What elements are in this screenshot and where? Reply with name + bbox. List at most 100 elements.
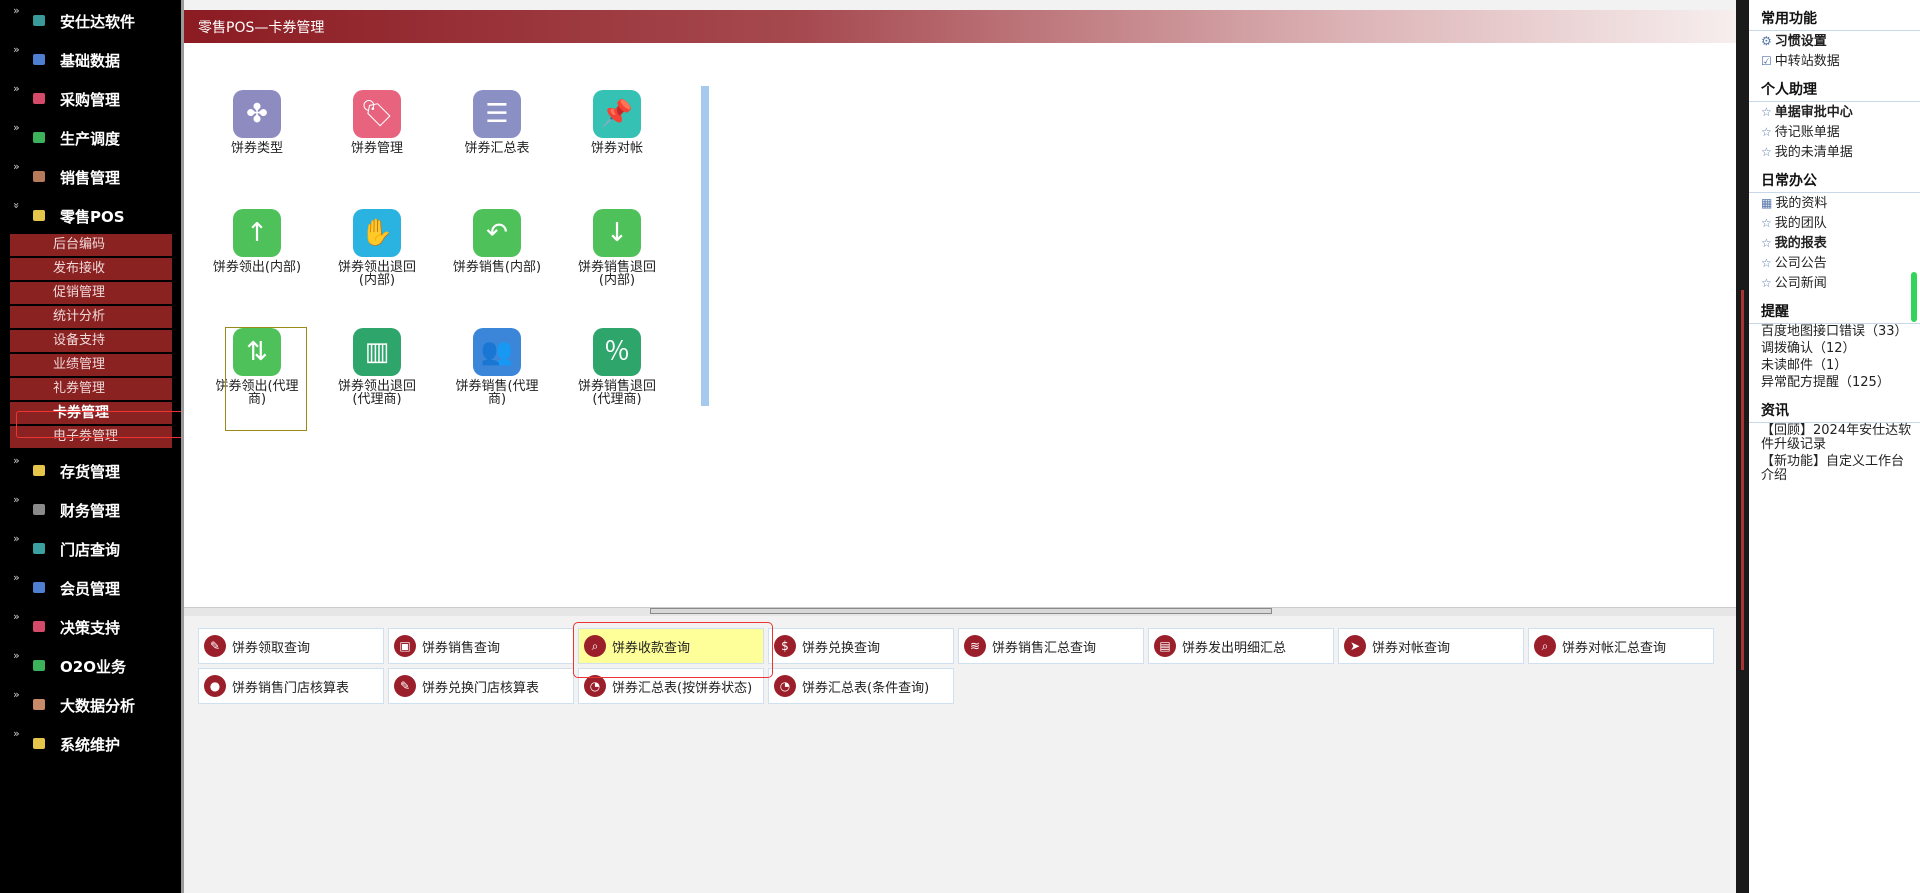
tile-icon: ％	[593, 328, 641, 376]
tile-label: 饼券销售(代理商)	[455, 379, 539, 407]
news-item[interactable]: 【新功能】自定义工作台介绍	[1749, 454, 1920, 485]
sidebar-group[interactable]: » 财务管理	[0, 489, 181, 528]
chevron-right-icon: »	[13, 4, 20, 17]
sidebar-group[interactable]: » 基础数据	[0, 39, 181, 78]
shortcut-label: 习惯设置	[1774, 34, 1827, 49]
function-tile[interactable]: ▥ 饼券领出退回(代理商)	[332, 328, 422, 406]
tile-icon: 🏷	[353, 90, 401, 138]
tile-icon: 👥	[473, 328, 521, 376]
sidebar-sub-item[interactable]: 电子劵管理	[10, 426, 172, 448]
sidebar-group-label: 存货管理	[60, 463, 121, 481]
sidebar-group[interactable]: » 采购管理	[0, 78, 181, 117]
right-panel-scrollbar[interactable]	[1911, 272, 1917, 322]
sidebar-group[interactable]: » 存货管理	[0, 450, 181, 489]
shortcut-link[interactable]: ☆ 我的团队	[1749, 213, 1920, 233]
sidebar-sub-item[interactable]: 促销管理	[10, 282, 172, 304]
report-link-label: 饼券销售门店核算表	[232, 680, 350, 696]
sidebar-group[interactable]: » 生产调度	[0, 117, 181, 156]
sidebar-group[interactable]: » 零售POS	[0, 195, 181, 234]
sidebar-group[interactable]: » 决策支持	[0, 606, 181, 645]
function-tile[interactable]: ↑ 饼券领出(内部)	[212, 209, 302, 274]
function-tile[interactable]: ☰ 饼券汇总表	[452, 90, 542, 155]
chevron-right-icon: »	[13, 610, 20, 623]
report-link[interactable]: ◔ 饼券汇总表(条件查询)	[768, 668, 954, 704]
daily-office-section: 日常办公 ▦ 我的资料 ☆ 我的团队 ☆ 我的报表 ☆ 公司公告 ☆ 公司新闻	[1749, 162, 1920, 293]
star-icon: ☆	[1761, 276, 1772, 290]
sidebar-sub-item[interactable]: 设备支持	[10, 330, 172, 352]
chevron-right-icon: »	[13, 454, 20, 467]
horizontal-splitter[interactable]	[184, 607, 1736, 616]
shortcut-label: 我的资料	[1775, 196, 1828, 211]
star-icon: ☆	[1761, 125, 1772, 139]
shortcut-link[interactable]: ☆ 公司新闻	[1749, 273, 1920, 293]
splitter-grip[interactable]	[650, 608, 1272, 614]
function-tile[interactable]: 📌 饼券对帐	[572, 90, 662, 155]
report-link[interactable]: ⌕ 饼券对帐汇总查询	[1528, 628, 1714, 664]
function-tile[interactable]: ％ 饼券销售退回(代理商)	[572, 328, 662, 406]
report-link[interactable]: ⌕ 饼券收款查询	[578, 628, 764, 664]
function-tile[interactable]: 👥 饼券销售(代理商)	[452, 328, 542, 406]
right-splitter[interactable]	[1736, 0, 1749, 893]
sidebar-group[interactable]: » 销售管理	[0, 156, 181, 195]
sidebar-sub-item[interactable]: 发布接收	[10, 258, 172, 280]
sidebar-group[interactable]: » O2O业务	[0, 645, 181, 684]
chevron-right-icon: »	[13, 160, 20, 173]
chevron-right-icon: »	[13, 43, 20, 56]
shortcut-label: 公司公告	[1774, 256, 1827, 271]
module-icon	[33, 132, 45, 143]
sidebar-group[interactable]: » 会员管理	[0, 567, 181, 606]
sidebar-sub-item[interactable]: 礼券管理	[10, 378, 172, 400]
shortcut-label: 我的未清单据	[1774, 145, 1853, 160]
news-item[interactable]: 【回顾】2024年安仕达软件升级记录	[1749, 423, 1920, 454]
report-link-label: 饼券兑换查询	[802, 640, 881, 656]
function-tile[interactable]: ↓ 饼券销售退回(内部)	[572, 209, 662, 287]
sidebar-sub-item[interactable]: 后台编码	[10, 234, 172, 256]
report-link-label: 饼券兑换门店核算表	[422, 680, 540, 696]
report-link-label: 饼券销售查询	[422, 640, 501, 656]
star-icon: ☆	[1761, 236, 1772, 250]
tile-label: 饼券销售退回(内部)	[577, 260, 656, 288]
shortcut-link[interactable]: ☆ 待记账单据	[1749, 122, 1920, 142]
sub-menu-retail-pos: 后台编码 发布接收 促销管理 统计分析 设备支持 业绩管理 礼券管理 卡券管理 电子劵管理	[0, 234, 181, 448]
report-icon: ➤	[1344, 635, 1366, 657]
function-tile[interactable]: ↶ 饼券销售(内部)	[452, 209, 542, 274]
module-icon	[33, 543, 45, 554]
report-link-label: 饼券对帐查询	[1372, 640, 1451, 656]
report-link[interactable]: ✎ 饼券兑换门店核算表	[388, 668, 574, 704]
shortcut-label: 单据审批中心	[1774, 105, 1853, 120]
reminder-item[interactable]: 百度地图接口错误（33）	[1749, 324, 1920, 341]
report-link[interactable]: ▣ 饼券销售查询	[388, 628, 574, 664]
shortcut-link[interactable]: ⚙ 习惯设置	[1749, 31, 1920, 51]
sidebar-group[interactable]: » 安仕达软件	[0, 0, 181, 39]
reminder-item[interactable]: 未读邮件（1）	[1749, 358, 1920, 375]
report-link[interactable]: ≋ 饼券销售汇总查询	[958, 628, 1144, 664]
shortcut-link[interactable]: ☆ 单据审批中心	[1749, 102, 1920, 122]
shortcut-link[interactable]: ▦ 我的资料	[1749, 193, 1920, 213]
shortcut-link[interactable]: ☆ 公司公告	[1749, 253, 1920, 273]
sidebar-sub-item[interactable]: 业绩管理	[10, 354, 172, 376]
report-link[interactable]: $ 饼券兑换查询	[768, 628, 954, 664]
sidebar-group[interactable]: » 系统维护	[0, 723, 181, 762]
function-tile[interactable]: ⇅ 饼券领出(代理商)	[212, 328, 302, 406]
shortcut-link[interactable]: ☆ 我的报表	[1749, 233, 1920, 253]
report-link[interactable]: ▤ 饼券发出明细汇总	[1148, 628, 1334, 664]
shortcut-link[interactable]: ☆ 我的未清单据	[1749, 142, 1920, 162]
tile-label: 饼券销售退回(代理商)	[577, 379, 656, 407]
report-link[interactable]: ✎ 饼券领取查询	[198, 628, 384, 664]
report-link[interactable]: ◔ 饼券汇总表(按饼券状态)	[578, 668, 764, 704]
sidebar-sub-item[interactable]: 统计分析	[10, 306, 172, 328]
report-icon: ⌕	[584, 635, 606, 657]
reminder-item[interactable]: 异常配方提醒（125）	[1749, 375, 1920, 392]
tiles-scrollbar[interactable]	[701, 86, 709, 406]
report-link[interactable]: ➤ 饼券对帐查询	[1338, 628, 1524, 664]
function-tile[interactable]: ✤ 饼券类型	[212, 90, 302, 155]
reminder-item[interactable]: 调拨确认（12）	[1749, 341, 1920, 358]
sidebar-sub-item[interactable]: 卡券管理	[10, 402, 172, 424]
function-tile[interactable]: 🏷 饼券管理	[332, 90, 422, 155]
chevron-right-icon: »	[13, 121, 20, 134]
sidebar-group[interactable]: » 门店查询	[0, 528, 181, 567]
shortcut-link[interactable]: ☑ 中转站数据	[1749, 51, 1920, 71]
function-tile[interactable]: ✋ 饼券领出退回(内部)	[332, 209, 422, 287]
sidebar-group[interactable]: » 大数据分析	[0, 684, 181, 723]
report-link[interactable]: ● 饼券销售门店核算表	[198, 668, 384, 704]
